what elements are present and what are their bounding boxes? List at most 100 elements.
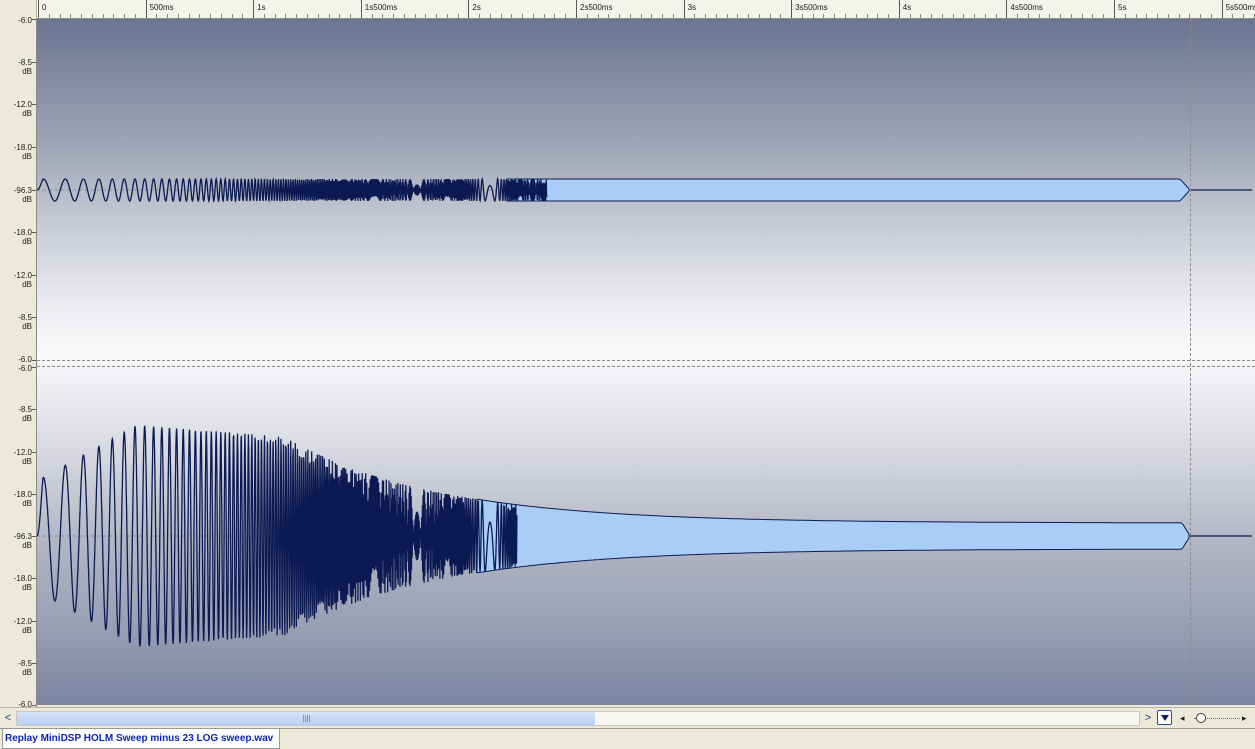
- waveform-channel-1[interactable]: [37, 19, 1255, 360]
- document-tab-bar: Replay MiniDSP HOLM Sweep minus 23 LOG s…: [0, 728, 1255, 749]
- db-tick: [32, 146, 36, 148]
- db-label: -18.0 dB: [14, 574, 32, 592]
- dropdown-button[interactable]: [1157, 710, 1172, 725]
- ruler-minor-tick: [59, 14, 61, 18]
- ruler-minor-tick: [801, 14, 803, 18]
- ruler-major-tick: [576, 0, 577, 18]
- db-tick: [32, 536, 36, 537]
- db-tick: [32, 620, 36, 622]
- ruler-minor-tick: [651, 14, 653, 18]
- scroll-thumb[interactable]: [17, 712, 595, 725]
- ruler-minor-tick: [672, 14, 674, 18]
- ruler-minor-tick: [167, 14, 169, 18]
- db-unit: dB: [22, 322, 32, 332]
- ruler-minor-tick: [220, 14, 222, 18]
- ruler-minor-tick: [855, 14, 857, 18]
- db-value: -18.0: [13, 489, 32, 499]
- db-value: -6.0: [18, 16, 32, 25]
- ruler-minor-tick: [619, 14, 621, 18]
- ruler-minor-tick: [317, 14, 319, 18]
- zoom-in-icon[interactable]: ▸: [1242, 711, 1247, 725]
- ruler-minor-tick: [554, 14, 556, 18]
- ruler-label: 1s500ms: [364, 3, 398, 12]
- zoom-out-icon[interactable]: ◂: [1180, 711, 1185, 725]
- ruler-label: 1s: [257, 3, 266, 12]
- db-tick: [32, 451, 36, 453]
- ruler-minor-tick: [694, 14, 696, 18]
- horizontal-scrollbar[interactable]: < > ◂ ▸: [0, 707, 1255, 728]
- ruler-minor-tick: [328, 14, 330, 18]
- ruler-minor-tick: [1210, 14, 1212, 18]
- db-label: -6.0: [18, 364, 32, 373]
- channel-separator[interactable]: [37, 360, 1255, 367]
- db-label: -96.3 dB: [14, 186, 32, 204]
- db-value: -18.0: [13, 574, 32, 584]
- ruler-minor-tick: [414, 14, 416, 18]
- db-unit: dB: [22, 237, 32, 247]
- ruler-major-tick: [468, 0, 470, 18]
- zoom-slider[interactable]: ◂ ▸: [1180, 711, 1252, 725]
- ruler-minor-tick: [339, 14, 341, 18]
- db-axis: -6.0 -8.5 dB -12.0 dB -18.0 dB -96.3 dB -18.0 dB -1…: [0, 16, 37, 709]
- ruler-minor-tick: [91, 14, 93, 18]
- ruler-minor-tick: [134, 14, 136, 18]
- ruler-minor-tick: [1124, 14, 1126, 18]
- db-label: -12.0 dB: [14, 100, 32, 118]
- ruler-minor-tick: [500, 14, 502, 18]
- ruler-minor-tick: [177, 14, 179, 18]
- ruler-minor-tick: [812, 14, 814, 18]
- ruler-minor-tick: [242, 14, 244, 18]
- ruler-minor-tick: [823, 14, 825, 18]
- ruler-major-tick: [38, 0, 39, 18]
- file-tab[interactable]: Replay MiniDSP HOLM Sweep minus 23 LOG s…: [2, 729, 281, 749]
- ruler-minor-tick: [1017, 14, 1019, 18]
- scroll-left-button[interactable]: <: [2, 711, 14, 725]
- scroll-right-button[interactable]: >: [1142, 711, 1154, 725]
- ruler-minor-tick: [285, 14, 287, 18]
- db-value: -96.3: [13, 185, 32, 195]
- ruler-minor-tick: [1167, 14, 1169, 18]
- waveform-trace: [37, 176, 548, 204]
- ruler-label: 2s500ms: [580, 3, 613, 12]
- db-value: -18.0: [13, 228, 32, 238]
- db-unit: dB: [22, 66, 32, 76]
- db-value: -12.0: [13, 447, 32, 457]
- waveform-trace: [37, 425, 518, 647]
- ruler-minor-tick: [769, 14, 771, 18]
- db-label: -18.0 dB: [14, 143, 32, 161]
- db-label: -8.5 dB: [18, 659, 32, 677]
- ruler-minor-tick: [522, 14, 524, 18]
- db-value: -96.3: [13, 532, 32, 541]
- waveform-channel-2[interactable]: [37, 367, 1255, 705]
- db-unit: dB: [22, 194, 32, 204]
- ruler-minor-tick: [920, 14, 922, 18]
- db-value: -8.5: [18, 57, 32, 67]
- ruler-minor-tick: [1178, 14, 1180, 18]
- ruler-minor-tick: [758, 14, 760, 18]
- db-value: -8.5: [18, 405, 32, 415]
- ruler-minor-tick: [393, 14, 395, 18]
- ruler-minor-tick: [1135, 14, 1137, 18]
- timeline-ruler[interactable]: 0 500ms 1s 1s500ms 2s 2s500ms 3s 3s500ms 4s 4s500…: [0, 0, 1255, 19]
- db-tick: [32, 274, 36, 276]
- ruler-minor-tick: [113, 14, 115, 18]
- ruler-label: 3s500ms: [795, 3, 828, 12]
- ruler-minor-tick: [780, 14, 782, 18]
- ruler-major-tick: [791, 0, 793, 18]
- ruler-minor-tick: [1049, 14, 1051, 18]
- ruler-minor-tick: [1189, 14, 1191, 18]
- ruler-label: 5s: [1118, 3, 1127, 12]
- db-tick: [32, 232, 36, 234]
- db-unit: dB: [22, 498, 32, 508]
- end-marker-line[interactable]: [1190, 19, 1191, 705]
- ruler-minor-tick: [489, 14, 491, 18]
- ruler-minor-tick: [382, 14, 384, 18]
- ruler-minor-tick: [640, 14, 642, 18]
- ruler-label: 0: [42, 3, 47, 12]
- db-unit: dB: [22, 109, 32, 119]
- ruler-minor-tick: [296, 14, 298, 18]
- zoom-knob[interactable]: [1196, 713, 1206, 723]
- scroll-track[interactable]: [16, 711, 1140, 726]
- ruler-minor-tick: [156, 14, 158, 18]
- ruler-major-tick: [145, 0, 147, 18]
